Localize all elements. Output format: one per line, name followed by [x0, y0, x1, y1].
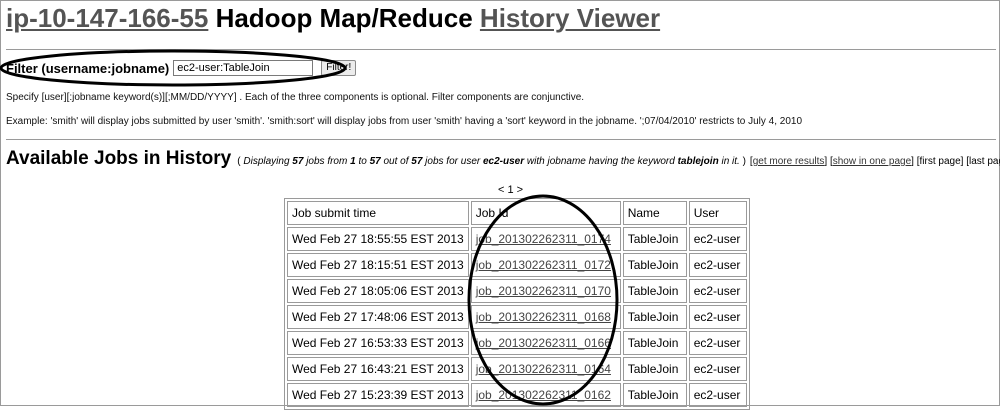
last-page-label: [last page]	[966, 156, 1000, 167]
job-id-link[interactable]: job_201302262311_0168	[476, 310, 611, 324]
summary-text: jobs for user	[422, 156, 483, 167]
job-id-cell: job_201302262311_0174	[470, 227, 621, 251]
page-title: ip-10-147-166-55 Hadoop Map/Reduce Histo…	[6, 3, 660, 34]
paren-close: )	[739, 156, 746, 167]
summary-text: with jobname having the keyword	[524, 156, 678, 167]
filter-button[interactable]: Filter!	[321, 60, 357, 76]
job-id-cell: job_201302262311_0164	[470, 357, 621, 381]
submit-time-cell: Wed Feb 27 15:23:39 EST 2013	[287, 383, 469, 407]
jobs-heading-row: Available Jobs in History ( Displaying 5…	[6, 148, 1000, 170]
show-in-one-page-link[interactable]: show in one page	[833, 156, 911, 167]
table-row: Wed Feb 27 18:15:51 EST 2013 job_2013022…	[287, 253, 747, 277]
submit-time-cell: Wed Feb 27 16:43:21 EST 2013	[287, 357, 469, 381]
job-id-link[interactable]: job_201302262311_0170	[476, 284, 611, 298]
summary-text: in it.	[718, 156, 740, 167]
section-divider	[6, 139, 996, 140]
job-id-cell: job_201302262311_0172	[470, 253, 621, 277]
job-id-link[interactable]: job_201302262311_0162	[476, 388, 611, 402]
jobs-summary: ( Displaying 57 jobs from 1 to 57 out of…	[237, 156, 746, 167]
submit-time-cell: Wed Feb 27 18:15:51 EST 2013	[287, 253, 469, 277]
jobs-heading: Available Jobs in History	[6, 148, 232, 169]
table-row: Wed Feb 27 16:53:33 EST 2013 job_2013022…	[287, 331, 747, 355]
job-id-link[interactable]: job_201302262311_0174	[476, 232, 611, 246]
filter-input[interactable]	[173, 60, 314, 76]
history-viewer-link[interactable]: History Viewer	[480, 3, 660, 33]
filter-spec-note: Specify [user][:jobname keyword(s)][;MM/…	[6, 92, 585, 103]
col-header-user: User	[688, 201, 747, 225]
user-cell: ec2-user	[688, 279, 747, 303]
job-id-cell: job_201302262311_0166	[470, 331, 621, 355]
title-text: Hadoop Map/Reduce	[208, 3, 480, 33]
submit-time-cell: Wed Feb 27 17:48:06 EST 2013	[287, 305, 469, 329]
submit-time-cell: Wed Feb 27 16:53:33 EST 2013	[287, 331, 469, 355]
to-index: 57	[369, 156, 381, 167]
user-cell: ec2-user	[688, 305, 747, 329]
filter-keyword: tablejoin	[677, 156, 719, 167]
total-count: 57	[411, 156, 423, 167]
job-name-cell: TableJoin	[622, 227, 687, 251]
job-id-link[interactable]: job_201302262311_0166	[476, 336, 611, 350]
job-id-cell: job_201302262311_0162	[470, 383, 621, 407]
filter-example-note: Example: 'smith' will display jobs submi…	[6, 116, 803, 127]
summary-text: to	[355, 156, 370, 167]
job-name-cell: TableJoin	[622, 357, 687, 381]
job-name-cell: TableJoin	[622, 305, 687, 329]
job-name-cell: TableJoin	[622, 253, 687, 277]
shown-count: 57	[292, 156, 304, 167]
table-row: Wed Feb 27 18:05:06 EST 2013 job_2013022…	[287, 279, 747, 303]
result-links: [get more results] [show in one page] [f…	[750, 156, 1000, 167]
col-header-submit-time: Job submit time	[287, 201, 469, 225]
table-row: Wed Feb 27 18:55:55 EST 2013 job_2013022…	[287, 227, 747, 251]
user-cell: ec2-user	[688, 383, 747, 407]
host-link[interactable]: ip-10-147-166-55	[6, 3, 208, 33]
table-header-row: Job submit time Job Id Name User	[287, 201, 747, 225]
submit-time-cell: Wed Feb 27 18:55:55 EST 2013	[287, 227, 469, 251]
job-id-link[interactable]: job_201302262311_0164	[476, 362, 611, 376]
filter-user: ec2-user	[483, 156, 525, 167]
job-id-cell: job_201302262311_0168	[470, 305, 621, 329]
jobs-table: Job submit time Job Id Name User Wed Feb…	[284, 198, 750, 410]
table-row: Wed Feb 27 16:43:21 EST 2013 job_2013022…	[287, 357, 747, 381]
job-name-cell: TableJoin	[622, 383, 687, 407]
top-divider	[6, 49, 996, 50]
col-header-job-id: Job Id	[470, 201, 621, 225]
pager-next: >	[513, 184, 524, 196]
first-page-label: [first page]	[916, 156, 964, 167]
pager: < 1 >	[498, 184, 523, 196]
get-more-results-link[interactable]: get more results	[753, 156, 825, 167]
summary-text: out of	[380, 156, 412, 167]
filter-form: Filter (username:jobname) Filter!	[6, 60, 357, 76]
user-cell: ec2-user	[688, 357, 747, 381]
summary-text: jobs from	[303, 156, 351, 167]
submit-time-cell: Wed Feb 27 18:05:06 EST 2013	[287, 279, 469, 303]
col-header-name: Name	[622, 201, 687, 225]
table-row: Wed Feb 27 15:23:39 EST 2013 job_2013022…	[287, 383, 747, 407]
job-name-cell: TableJoin	[622, 331, 687, 355]
user-cell: ec2-user	[688, 253, 747, 277]
user-cell: ec2-user	[688, 227, 747, 251]
filter-label: Filter (username:jobname)	[6, 60, 170, 76]
job-id-link[interactable]: job_201302262311_0172	[476, 258, 611, 272]
table-row: Wed Feb 27 17:48:06 EST 2013 job_2013022…	[287, 305, 747, 329]
user-cell: ec2-user	[688, 331, 747, 355]
job-name-cell: TableJoin	[622, 279, 687, 303]
summary-text: Displaying	[243, 156, 293, 167]
job-id-cell: job_201302262311_0170	[470, 279, 621, 303]
